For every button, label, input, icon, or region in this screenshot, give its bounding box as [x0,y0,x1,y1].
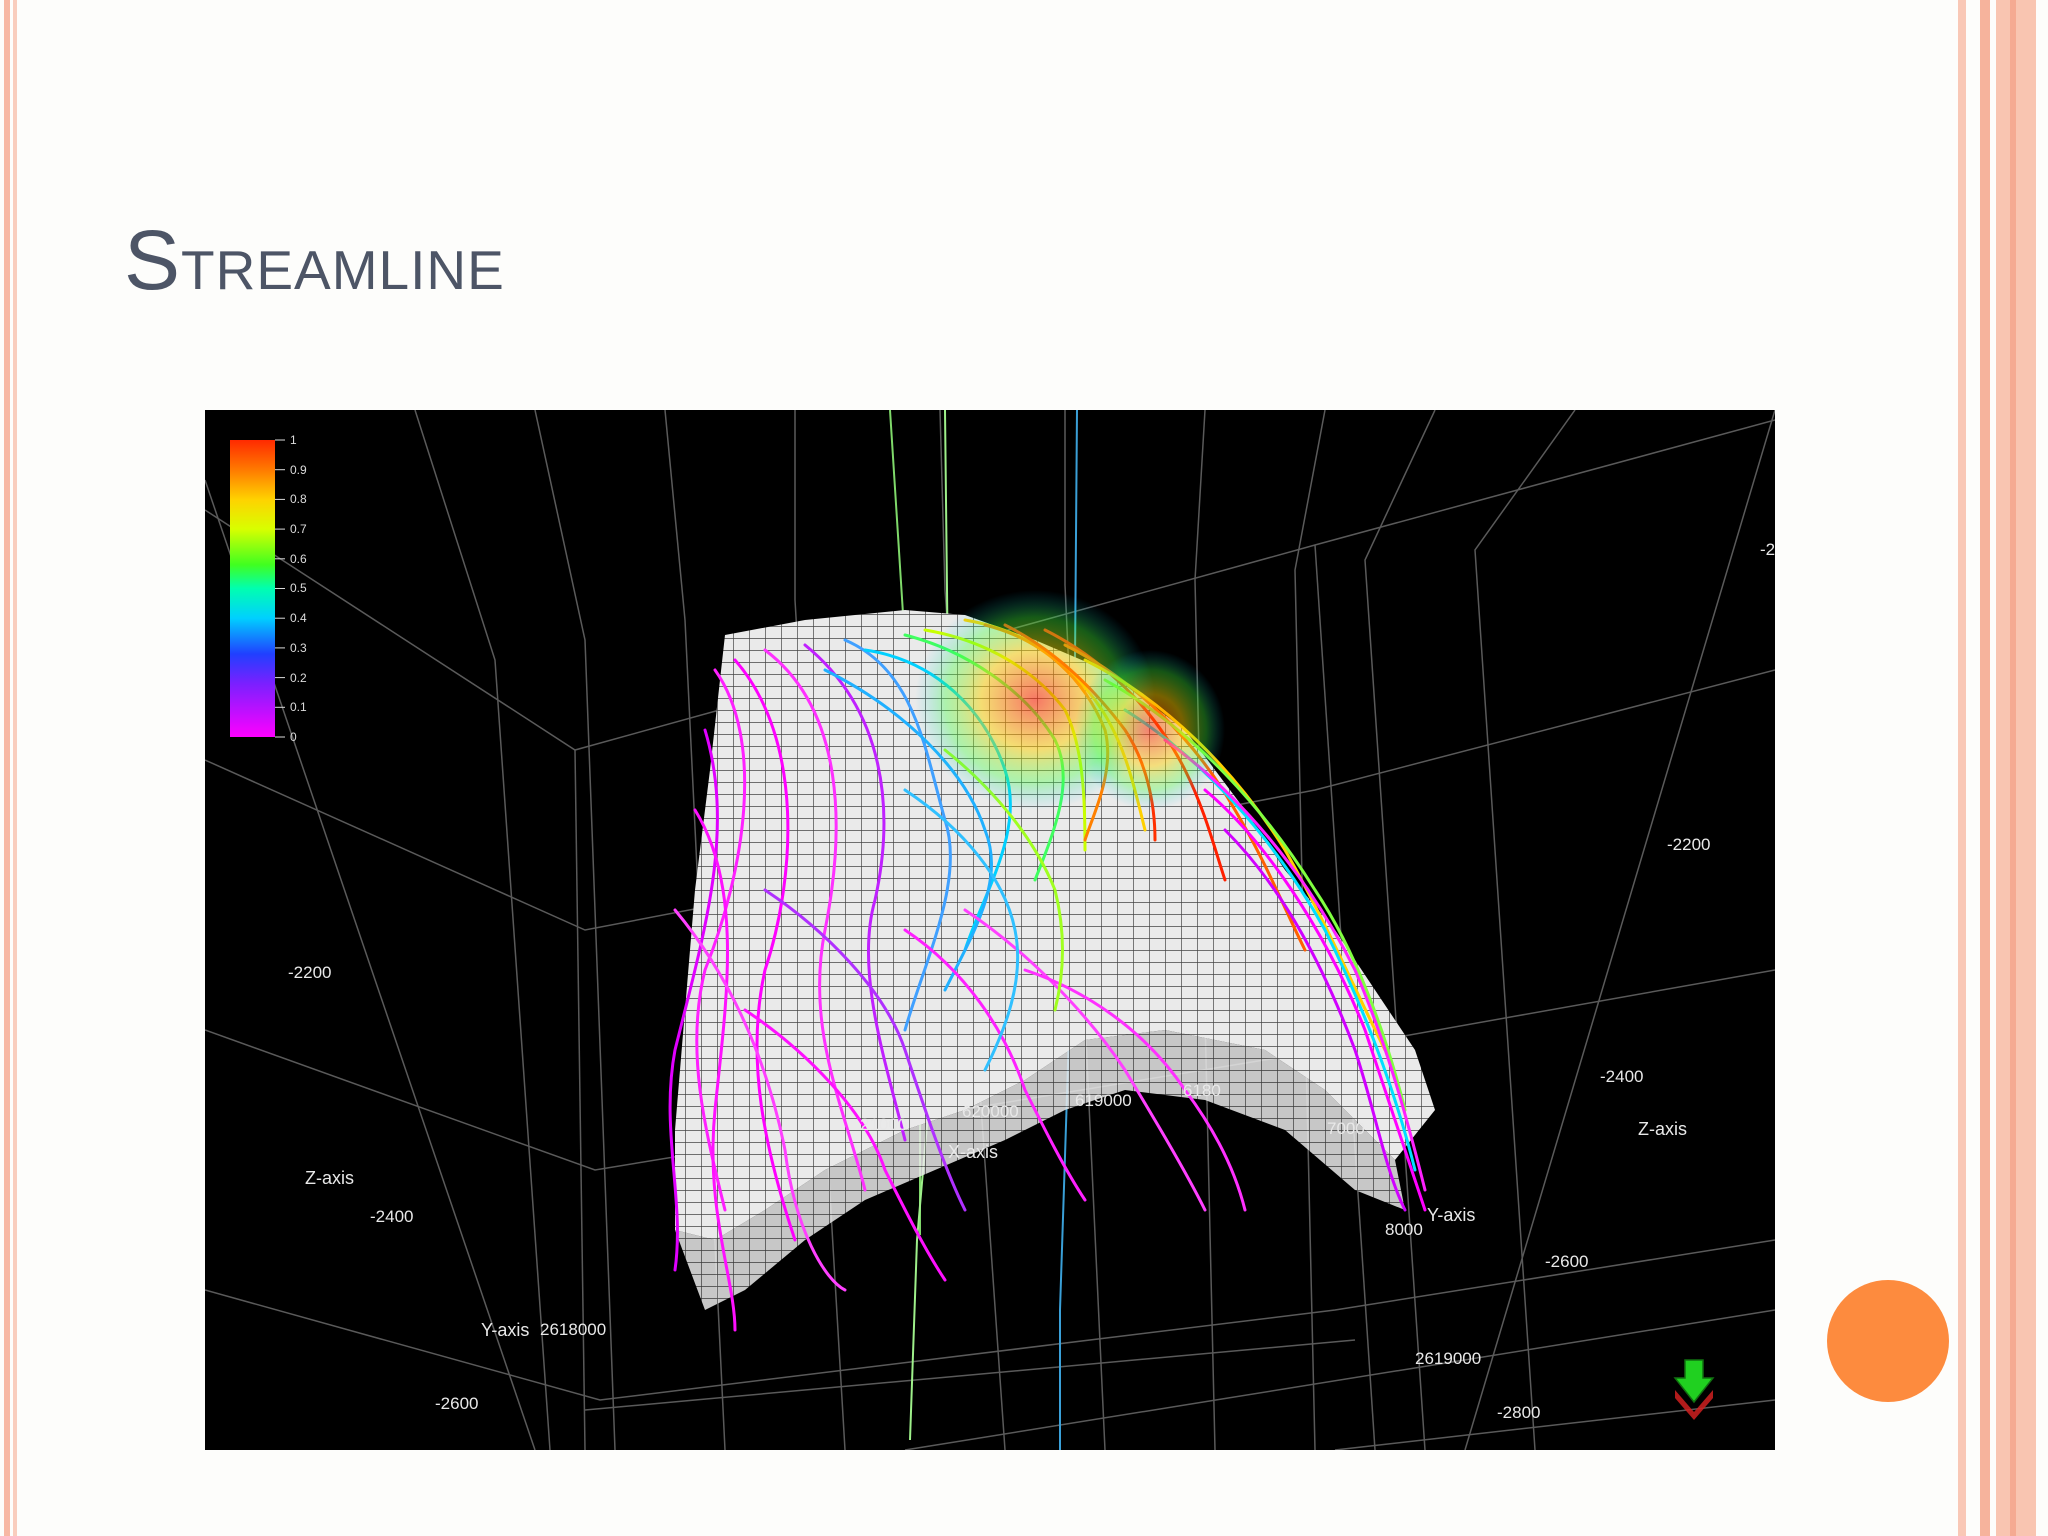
colorbar-tick: 0.8 [290,492,307,506]
colorbar-tick: 0.4 [290,611,307,625]
y-left-tick: 2618000 [540,1320,606,1339]
y-right-tick: 8000 [1385,1220,1423,1239]
x-tick: 7000 [1327,1119,1365,1138]
x-axis-label: X-axis [948,1142,998,1162]
z-right-tick: -2200 [1667,835,1710,854]
y-axis-label: Y-axis [481,1320,529,1340]
slide-title: Streamline [124,212,505,309]
z-right-tick: -2800 [1497,1403,1540,1422]
colorbar-tick: 1 [290,433,297,447]
colorbar-tick: 0.7 [290,522,307,536]
colorbar-tick: 0.6 [290,552,307,566]
accent-circle [1827,1280,1949,1402]
colorbar: 1 0.9 0.8 0.7 0.6 0.5 0.4 0.3 0.2 0.1 0 [230,433,307,744]
slide-title-initial: S [124,213,182,307]
y-right-tick: 2619000 [1415,1349,1481,1368]
colorbar-tick: 0 [290,730,297,744]
z-axis-label: Z-axis [305,1168,354,1188]
z-right-tick: -2400 [1600,1067,1643,1086]
z-left-tick: -2600 [435,1394,478,1413]
slide: Streamline 1 0.9 0.8 0.7 0.6 0.5 0.4 0.3… [0,0,2048,1536]
streamline-visualization: 1 0.9 0.8 0.7 0.6 0.5 0.4 0.3 0.2 0.1 0 … [205,410,1775,1450]
z-left-tick: -2400 [370,1207,413,1226]
x-tick: 620000 [962,1102,1019,1121]
streamline-3d-plot: 1 0.9 0.8 0.7 0.6 0.5 0.4 0.3 0.2 0.1 0 … [205,410,1775,1450]
x-tick: 6180 [1183,1081,1221,1100]
right-border-stripes [1952,0,2048,1536]
hotspot-2 [1075,650,1225,810]
z-right-tick: -2600 [1545,1252,1588,1271]
colorbar-tick: 0.2 [290,671,307,685]
x-tick: 21000 [860,1115,907,1134]
colorbar-tick: 0.3 [290,641,307,655]
colorbar-tick: 0.9 [290,463,307,477]
slide-title-rest: treamline [181,218,505,306]
y-axis-label: Y-axis [1427,1205,1475,1225]
x-tick: 619000 [1075,1091,1132,1110]
colorbar-gradient [230,440,275,737]
axis-titles: Z-axis Z-axis X-axis Y-axis Y-axis [305,1119,1687,1340]
z-left-tick: -2200 [288,963,331,982]
colorbar-tick: 0.1 [290,700,307,714]
z-right-tick: -2 [1760,540,1775,559]
left-border-stripes [0,0,24,1536]
colorbar-tick: 0.5 [290,581,307,595]
z-axis-label: Z-axis [1638,1119,1687,1139]
